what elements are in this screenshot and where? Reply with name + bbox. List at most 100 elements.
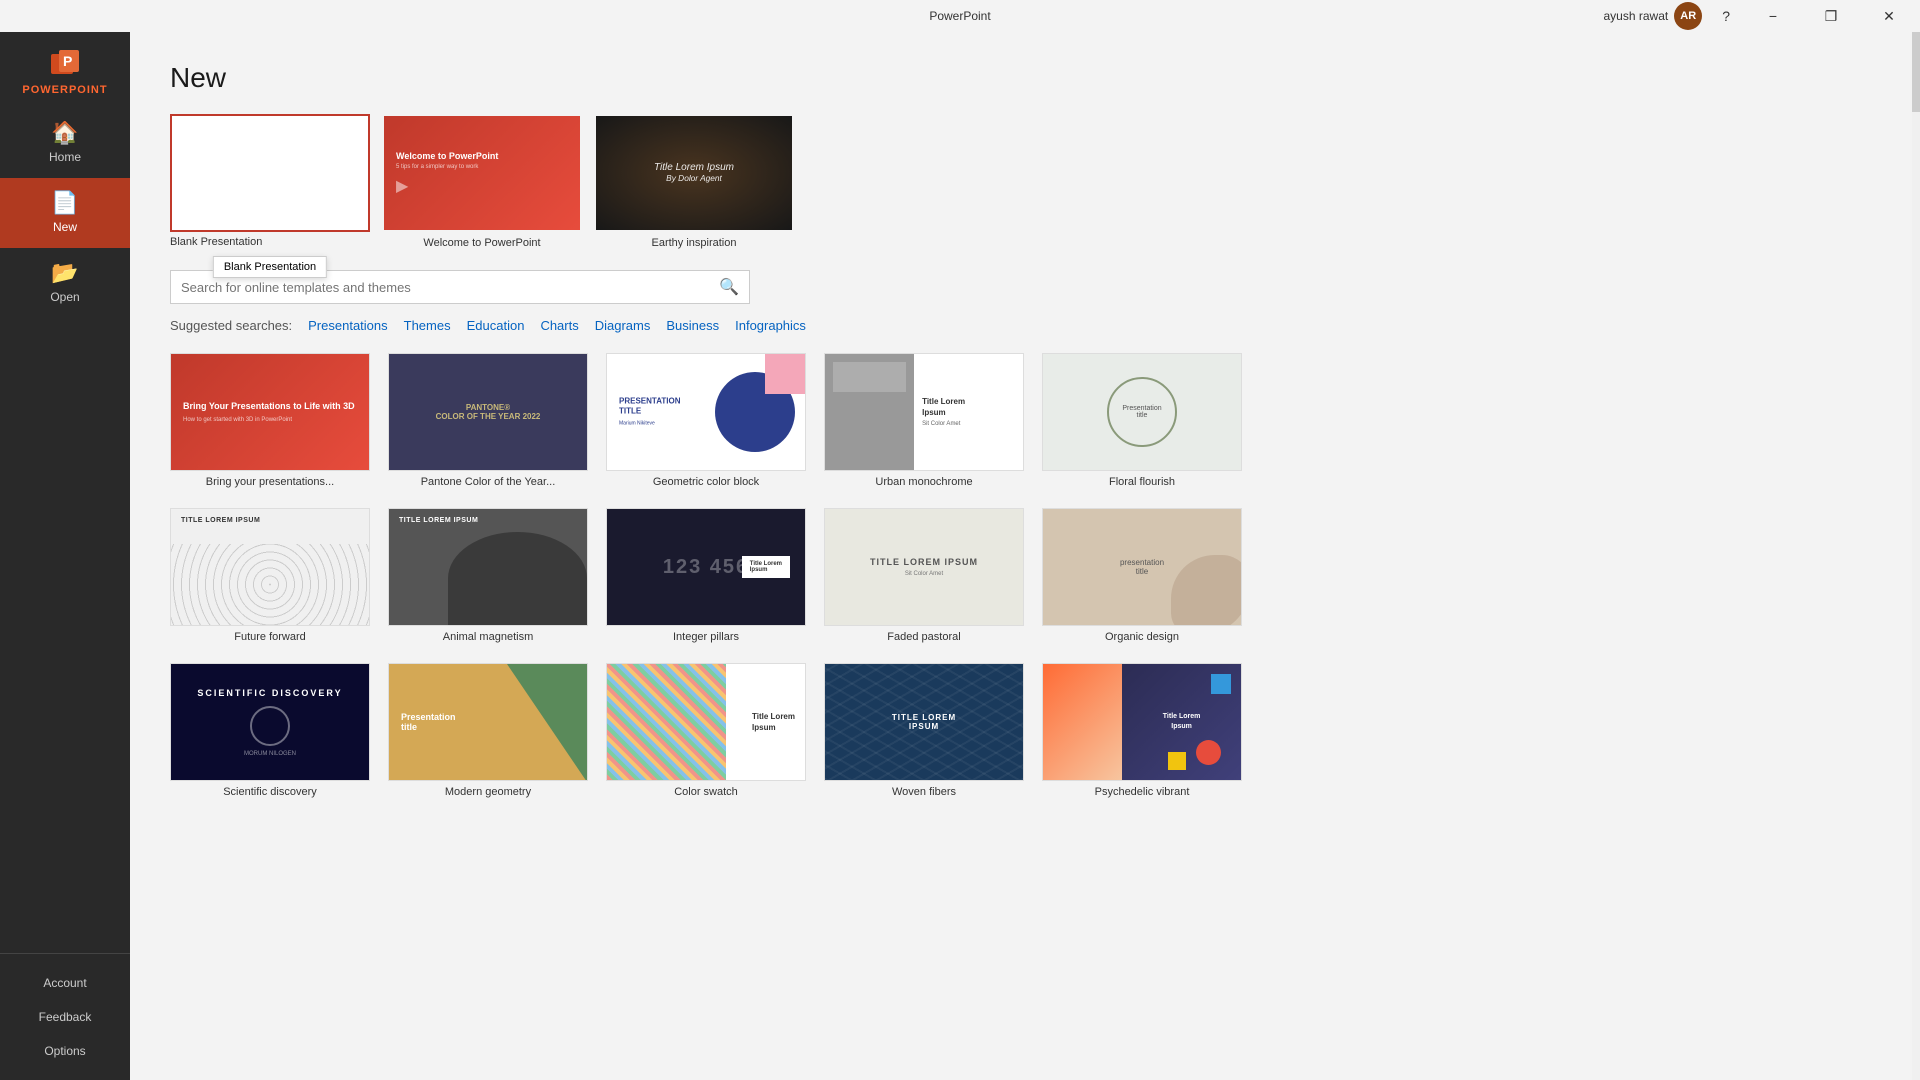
- scrollbar-thumb[interactable]: [1912, 32, 1920, 112]
- urban-sub: Sit Color Amet: [922, 421, 965, 427]
- pantone-label: Pantone Color of the Year...: [388, 476, 588, 488]
- animal-dog: [448, 532, 587, 625]
- close-button[interactable]: ✕: [1866, 0, 1912, 32]
- template-card-psychedelic[interactable]: Title LoremIpsum Psychedelic vibrant: [1042, 663, 1242, 798]
- restore-button[interactable]: ❐: [1808, 0, 1854, 32]
- welcome-thumb: Welcome to PowerPoint 5 tips for a simpl…: [382, 114, 582, 232]
- psychedelic-label: Psychedelic vibrant: [1042, 786, 1242, 798]
- psychedelic-accent3: [1211, 674, 1231, 694]
- floral-label: Floral flourish: [1042, 476, 1242, 488]
- sidebar-home-label: Home: [49, 150, 81, 164]
- floral-thumb: Presentationtitle: [1042, 353, 1242, 471]
- woven-title: TITLE LOREMIPSUM: [892, 713, 956, 731]
- search-icon[interactable]: 🔍: [719, 277, 739, 297]
- geo-pink: [765, 354, 805, 394]
- animal-thumb: TITLE LOREM IPSUM: [388, 508, 588, 626]
- suggested-label: Suggested searches:: [170, 318, 292, 333]
- template-card-animal[interactable]: TITLE LOREM IPSUM Animal magnetism: [388, 508, 588, 643]
- suggested-infographics[interactable]: Infographics: [735, 318, 806, 333]
- swatch-thumb: Title LoremIpsum: [606, 663, 806, 781]
- future-label: Future forward: [170, 631, 370, 643]
- organic-thumb: presentationtitle: [1042, 508, 1242, 626]
- integer-box: Title LoremIpsum: [742, 556, 790, 578]
- featured-item-blank[interactable]: Blank Presentation Blank Presentation: [170, 114, 370, 250]
- template-card-faded[interactable]: TITLE LOREM IPSUM Sit Color Amet Faded p…: [824, 508, 1024, 643]
- suggested-charts[interactable]: Charts: [540, 318, 578, 333]
- suggested-themes[interactable]: Themes: [404, 318, 451, 333]
- blank-thumb: [170, 114, 370, 232]
- bring-title: Bring Your Presentations to Life with 3D: [183, 401, 357, 413]
- scientific-title: SCIENTIFIC DISCOVERY: [197, 688, 342, 698]
- template-card-modern[interactable]: Presentationtitle Modern geometry: [388, 663, 588, 798]
- modern-title: Presentationtitle: [401, 712, 456, 732]
- sidebar-open-label: Open: [50, 290, 79, 304]
- geo-text: PRESENTATIONTITLEMarium Nikiteve: [619, 396, 680, 427]
- welcome-tmpl-icon: ▶: [396, 176, 408, 196]
- sidebar-item-open[interactable]: 📂 Open: [0, 248, 130, 318]
- urban-title: Title LoremIpsum: [922, 397, 965, 418]
- template-card-integer[interactable]: 123 456 Title LoremIpsum Integer pillars: [606, 508, 806, 643]
- sidebar-logo-text: PowerPoint: [22, 84, 107, 96]
- urban-bg: [825, 354, 914, 470]
- psychedelic-text: Title LoremIpsum: [1163, 712, 1201, 732]
- sidebar-nav: 🏠 Home 📄 New 📂 Open: [0, 108, 130, 953]
- template-card-future[interactable]: TITLE LOREM IPSUM Future forward: [170, 508, 370, 643]
- faded-title: TITLE LOREM IPSUM: [870, 557, 978, 567]
- organic-text: presentationtitle: [1120, 558, 1164, 576]
- template-card-geometric[interactable]: PRESENTATIONTITLEMarium Nikiteve Geometr…: [606, 353, 806, 488]
- sidebar-item-new[interactable]: 📄 New: [0, 178, 130, 248]
- modern-label: Modern geometry: [388, 786, 588, 798]
- sidebar-item-account[interactable]: Account: [0, 966, 130, 1000]
- welcome-tmpl-sub: 5 tips for a simpler way to work: [396, 164, 478, 170]
- sidebar-logo: P PowerPoint: [0, 32, 130, 108]
- user-name: ayush rawat: [1604, 9, 1669, 23]
- minimize-button[interactable]: −: [1750, 0, 1796, 32]
- template-card-organic[interactable]: presentationtitle Organic design: [1042, 508, 1242, 643]
- pantone-thumb: PANTONE®COLOR OF THE YEAR 2022: [388, 353, 588, 471]
- home-icon: 🏠: [51, 122, 78, 144]
- avatar: AR: [1674, 2, 1702, 30]
- template-card-swatch[interactable]: Title LoremIpsum Color swatch: [606, 663, 806, 798]
- template-card-urban[interactable]: Title LoremIpsum Sit Color Amet Urban mo…: [824, 353, 1024, 488]
- earthy-thumb: Title Lorem IpsumBy Dolor Agent: [594, 114, 794, 232]
- swatch-dots: [607, 664, 726, 780]
- suggested-education[interactable]: Education: [467, 318, 525, 333]
- featured-item-earthy[interactable]: Title Lorem IpsumBy Dolor Agent Earthy i…: [594, 114, 794, 250]
- sidebar-item-feedback[interactable]: Feedback: [0, 1000, 130, 1034]
- urban-thumb: Title LoremIpsum Sit Color Amet: [824, 353, 1024, 471]
- template-card-scientific[interactable]: SCIENTIFIC DISCOVERY MORUM NILOGEN Scien…: [170, 663, 370, 798]
- earthy-label: Earthy inspiration: [594, 237, 794, 249]
- suggested-diagrams[interactable]: Diagrams: [595, 318, 651, 333]
- template-card-woven[interactable]: TITLE LOREMIPSUM Woven fibers: [824, 663, 1024, 798]
- help-button[interactable]: ?: [1714, 6, 1738, 26]
- template-card-pantone[interactable]: PANTONE®COLOR OF THE YEAR 2022 Pantone C…: [388, 353, 588, 488]
- welcome-label: Welcome to PowerPoint: [382, 237, 582, 249]
- psychedelic-accent2: [1168, 752, 1186, 770]
- woven-thumb: TITLE LOREMIPSUM: [824, 663, 1024, 781]
- integer-nums: 123 456: [663, 556, 749, 579]
- integer-label: Integer pillars: [606, 631, 806, 643]
- psychedelic-left: [1043, 664, 1122, 780]
- template-card-bring[interactable]: Bring Your Presentations to Life with 3D…: [170, 353, 370, 488]
- suggested-presentations[interactable]: Presentations: [308, 318, 388, 333]
- scientific-label: Scientific discovery: [170, 786, 370, 798]
- featured-row: Blank Presentation Blank Presentation We…: [170, 114, 1872, 250]
- sidebar-item-options[interactable]: Options: [0, 1034, 130, 1068]
- integer-thumb: 123 456 Title LoremIpsum: [606, 508, 806, 626]
- search-input[interactable]: [181, 280, 719, 295]
- scientific-sub: MORUM NILOGEN: [244, 751, 296, 757]
- earthy-tmpl-text: Title Lorem IpsumBy Dolor Agent: [654, 162, 734, 184]
- app-title: PowerPoint: [929, 9, 990, 23]
- template-card-floral[interactable]: Presentationtitle Floral flourish: [1042, 353, 1242, 488]
- open-folder-icon: 📂: [51, 262, 78, 284]
- suggested-business[interactable]: Business: [666, 318, 719, 333]
- titlebar: PowerPoint ayush rawat AR ? − ❐ ✕: [0, 0, 1920, 32]
- floral-text: Presentationtitle: [1122, 405, 1161, 419]
- scientific-thumb: SCIENTIFIC DISCOVERY MORUM NILOGEN: [170, 663, 370, 781]
- sidebar-item-home[interactable]: 🏠 Home: [0, 108, 130, 178]
- template-row-2: TITLE LOREM IPSUM Future forward TITLE L…: [170, 508, 1872, 643]
- scrollbar[interactable]: [1912, 32, 1920, 1080]
- bring-label: Bring your presentations...: [170, 476, 370, 488]
- featured-item-welcome[interactable]: Welcome to PowerPoint 5 tips for a simpl…: [382, 114, 582, 250]
- bring-sub: How to get started with 3D in PowerPoint: [183, 417, 357, 423]
